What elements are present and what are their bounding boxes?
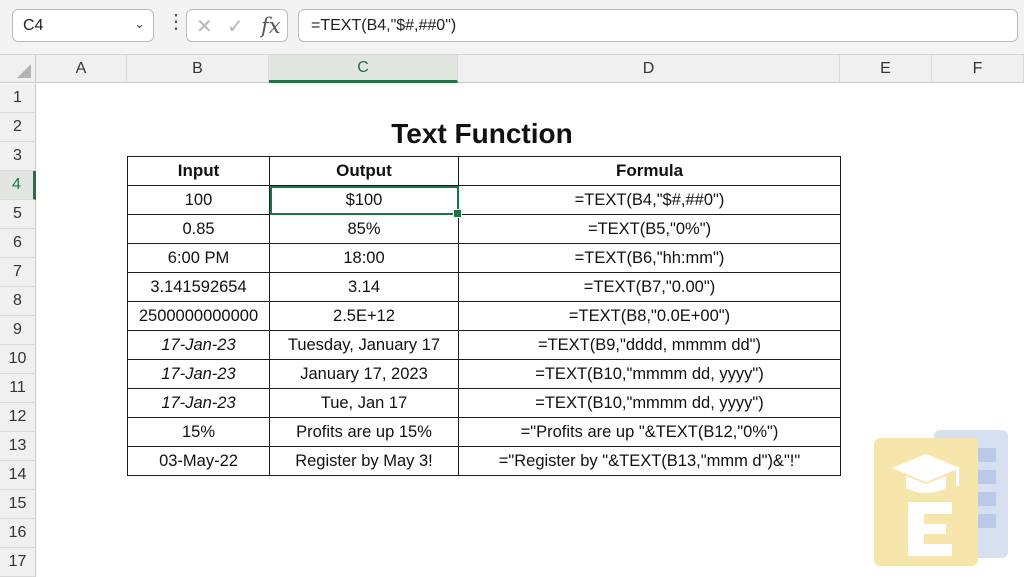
text-function-table: Input Output Formula 100 $100 =TEXT(B4,"…: [127, 156, 841, 476]
row-header-3[interactable]: 3: [0, 142, 36, 171]
name-box[interactable]: C4 ⌄: [12, 9, 154, 42]
header-row: Input Output Formula: [127, 156, 841, 186]
table-row: 17-Jan-23 Tue, Jan 17 =TEXT(B10,"mmmm dd…: [127, 388, 841, 418]
output-cell[interactable]: Register by May 3!: [269, 446, 459, 476]
row-header-7[interactable]: 7: [0, 258, 36, 287]
row-header-9[interactable]: 9: [0, 316, 36, 345]
column-header-d[interactable]: D: [458, 55, 840, 83]
formula-cell[interactable]: =TEXT(B9,"dddd, mmmm dd"): [458, 330, 841, 360]
fill-handle[interactable]: [453, 209, 462, 218]
brand-logo-icon: [874, 430, 1008, 566]
formula-controls: ✕ ✓ fx: [186, 9, 288, 42]
output-cell[interactable]: January 17, 2023: [269, 359, 459, 389]
formula-bar: C4 ⌄ ⋮ ✕ ✓ fx =TEXT(B4,"$#,##0"): [0, 0, 1024, 55]
row-header-5[interactable]: 5: [0, 200, 36, 229]
row-header-16[interactable]: 16: [0, 519, 36, 548]
output-cell[interactable]: 85%: [269, 214, 459, 244]
formula-cell[interactable]: =TEXT(B4,"$#,##0"): [458, 185, 841, 215]
x-icon[interactable]: ✕: [196, 14, 213, 39]
table-row: 03-May-22 Register by May 3! ="Register …: [127, 446, 841, 476]
row-header-11[interactable]: 11: [0, 374, 36, 403]
table-row: 3.141592654 3.14 =TEXT(B7,"0.00"): [127, 272, 841, 302]
header-formula[interactable]: Formula: [458, 156, 841, 186]
header-input[interactable]: Input: [127, 156, 270, 186]
row-header-1[interactable]: 1: [0, 84, 36, 113]
column-header-c[interactable]: C: [269, 55, 458, 83]
header-output[interactable]: Output: [269, 156, 459, 186]
sheet-title[interactable]: Text Function: [268, 118, 696, 150]
column-header-b[interactable]: B: [127, 55, 269, 83]
row-header-17[interactable]: 17: [0, 548, 36, 577]
input-cell[interactable]: 03-May-22: [127, 446, 270, 476]
input-cell[interactable]: 2500000000000: [127, 301, 270, 331]
row-header-8[interactable]: 8: [0, 287, 36, 316]
input-cell[interactable]: 6:00 PM: [127, 243, 270, 273]
column-header-e[interactable]: E: [840, 55, 932, 83]
output-cell[interactable]: Profits are up 15%: [269, 417, 459, 447]
select-all-button[interactable]: [0, 55, 36, 83]
table-row: 15% Profits are up 15% ="Profits are up …: [127, 417, 841, 447]
output-cell[interactable]: Tue, Jan 17: [269, 388, 459, 418]
column-header-f[interactable]: F: [932, 55, 1024, 83]
name-box-value[interactable]: C4: [23, 17, 43, 35]
row-header-6[interactable]: 6: [0, 229, 36, 258]
column-header-a[interactable]: A: [36, 55, 127, 83]
input-cell[interactable]: 0.85: [127, 214, 270, 244]
row-header-4[interactable]: 4: [0, 171, 36, 200]
output-cell[interactable]: 3.14: [269, 272, 459, 302]
formula-text[interactable]: =TEXT(B4,"$#,##0"): [311, 17, 456, 35]
output-cell[interactable]: 2.5E+12: [269, 301, 459, 331]
output-cell[interactable]: Tuesday, January 17: [269, 330, 459, 360]
table-row: 6:00 PM 18:00 =TEXT(B6,"hh:mm"): [127, 243, 841, 273]
formula-cell[interactable]: ="Register by "&TEXT(B13,"mmm d")&"!": [458, 446, 841, 476]
table-row: 17-Jan-23 Tuesday, January 17 =TEXT(B9,"…: [127, 330, 841, 360]
insert-function-button[interactable]: fx: [261, 14, 281, 38]
formula-cell[interactable]: =TEXT(B7,"0.00"): [458, 272, 841, 302]
input-cell[interactable]: 17-Jan-23: [127, 359, 270, 389]
formula-cell[interactable]: =TEXT(B10,"mmmm dd, yyyy"): [458, 388, 841, 418]
chevron-down-icon[interactable]: ⌄: [134, 16, 145, 32]
input-cell[interactable]: 100: [127, 185, 270, 215]
more-options-icon[interactable]: ⋮: [166, 12, 186, 32]
row-header-12[interactable]: 12: [0, 403, 36, 432]
row-header-10[interactable]: 10: [0, 345, 36, 374]
row-header-2[interactable]: 2: [0, 113, 36, 142]
table-row: 17-Jan-23 January 17, 2023 =TEXT(B10,"mm…: [127, 359, 841, 389]
row-header-14[interactable]: 14: [0, 461, 36, 490]
check-icon[interactable]: ✓: [227, 14, 244, 39]
formula-input[interactable]: =TEXT(B4,"$#,##0"): [298, 9, 1018, 42]
input-cell[interactable]: 15%: [127, 417, 270, 447]
formula-cell[interactable]: ="Profits are up "&TEXT(B12,"0%"): [458, 417, 841, 447]
formula-cell[interactable]: =TEXT(B6,"hh:mm"): [458, 243, 841, 273]
row-header-13[interactable]: 13: [0, 432, 36, 461]
output-cell-active[interactable]: $100: [269, 185, 459, 215]
input-cell[interactable]: 17-Jan-23: [127, 330, 270, 360]
formula-cell[interactable]: =TEXT(B5,"0%"): [458, 214, 841, 244]
output-cell[interactable]: 18:00: [269, 243, 459, 273]
input-cell[interactable]: 3.141592654: [127, 272, 270, 302]
table-row: 2500000000000 2.5E+12 =TEXT(B8,"0.0E+00"…: [127, 301, 841, 331]
table-row: 0.85 85% =TEXT(B5,"0%"): [127, 214, 841, 244]
row-header-15[interactable]: 15: [0, 490, 36, 519]
formula-cell[interactable]: =TEXT(B8,"0.0E+00"): [458, 301, 841, 331]
input-cell[interactable]: 17-Jan-23: [127, 388, 270, 418]
formula-cell[interactable]: =TEXT(B10,"mmmm dd, yyyy"): [458, 359, 841, 389]
table-row: 100 $100 =TEXT(B4,"$#,##0"): [127, 185, 841, 215]
